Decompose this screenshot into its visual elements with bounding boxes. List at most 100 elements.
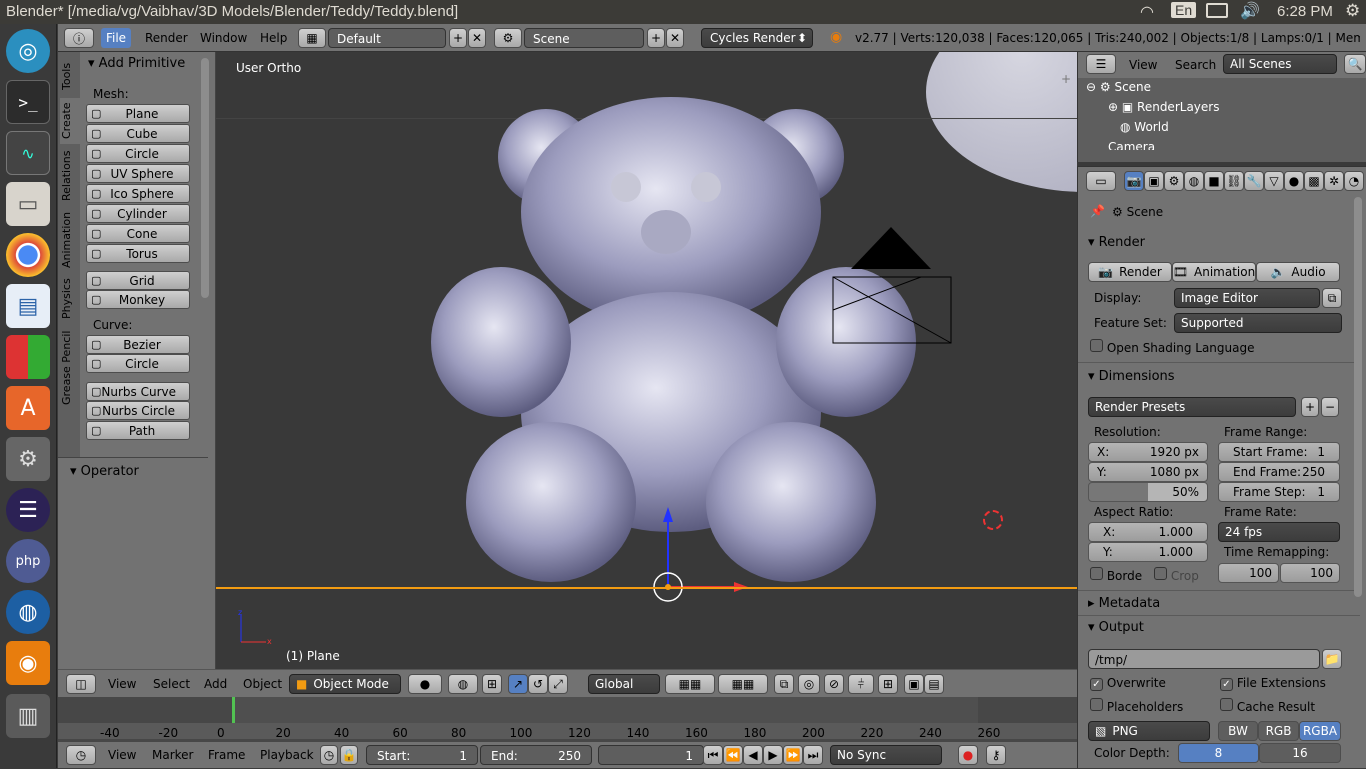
editor-type-button[interactable]: ⓘ [64, 28, 94, 48]
add-primitive-header[interactable]: ▾ Add Primitive [88, 56, 206, 71]
snap-target-icon[interactable]: ⊞ [878, 674, 898, 694]
orientation-dropdown[interactable]: Global [588, 674, 660, 694]
animation-button[interactable]: 🎞 Animation [1172, 262, 1256, 282]
current-frame-line[interactable] [232, 697, 235, 723]
remove-scene-button[interactable]: ✕ [666, 28, 684, 48]
record-icon[interactable]: ● [958, 745, 978, 765]
modifiers-tab-icon[interactable]: 🔧 [1244, 171, 1264, 191]
marker-menu[interactable]: Marker [152, 748, 193, 762]
render-presets-dropdown[interactable]: Render Presets [1088, 397, 1296, 417]
window-menu[interactable]: Window [200, 31, 247, 45]
settings-icon[interactable]: ⚙ [6, 437, 50, 481]
prev-keyframe-icon[interactable]: ⏪ [723, 745, 743, 765]
editor-type-button[interactable]: ▭ [1086, 171, 1116, 191]
add-circle-button[interactable]: ▢ Circle [86, 144, 190, 163]
end-frame-field[interactable]: End Frame: 250 [1218, 462, 1340, 482]
outliner-search-menu[interactable]: Search [1175, 58, 1216, 72]
render-image-icon[interactable]: ▣ [904, 674, 924, 694]
search-icon[interactable]: 🔍 [1344, 54, 1366, 74]
lock-layer-icon[interactable]: ⧉ [774, 674, 794, 694]
tab-physics[interactable]: Physics [60, 276, 78, 322]
folder-icon[interactable]: 📁 [1322, 649, 1342, 669]
color-mode-rgb[interactable]: RGB [1258, 721, 1299, 741]
add-curve-circle-button[interactable]: ▢ Circle [86, 354, 190, 373]
scene-field[interactable]: Scene [524, 28, 644, 48]
render-menu[interactable]: Render [145, 31, 188, 45]
frame-menu[interactable]: Frame [208, 748, 245, 762]
tab-tools[interactable]: Tools [60, 58, 78, 94]
texture-tab-icon[interactable]: ▩ [1304, 171, 1324, 191]
layers-grid-2[interactable]: ▦▦ [718, 674, 768, 694]
tab-grease-pencil[interactable]: Grease Pencil [60, 328, 78, 408]
editor-type-button[interactable]: ◷ [66, 745, 96, 765]
pivot-dropdown[interactable]: ◍ [448, 674, 478, 694]
add-scene-button[interactable]: + [647, 28, 665, 48]
clock[interactable]: 6:28 PM [1277, 3, 1333, 20]
viewport-shading-dropdown[interactable]: ● [408, 674, 442, 694]
resolution-x-field[interactable]: X: 1920 px [1088, 442, 1208, 462]
color-mode-rgba[interactable]: RGBA [1299, 721, 1341, 741]
physics-tab-icon[interactable]: ◔ [1344, 171, 1364, 191]
files-icon[interactable]: ▭ [6, 182, 50, 226]
outliner-item-scene[interactable]: ⊖ ⚙ Scene [1086, 80, 1151, 94]
snap-element-icon[interactable]: ⫩ [848, 674, 874, 694]
eclipse-icon[interactable]: ☰ [6, 488, 50, 532]
end-frame-field[interactable]: End: 250 [480, 745, 592, 765]
outliner-item-camera[interactable]: Camera [1108, 140, 1155, 150]
render-engine-dropdown[interactable]: Cycles Render ⬍ [701, 28, 813, 48]
terminal-icon[interactable]: >_ [6, 80, 50, 124]
add-ico-sphere-button[interactable]: ▢ Ico Sphere [86, 184, 190, 203]
file-menu[interactable]: File [101, 28, 131, 48]
add-plane-button[interactable]: ▢ Plane [86, 104, 190, 123]
add-menu[interactable]: Add [204, 677, 227, 691]
data-tab-icon[interactable]: ▽ [1264, 171, 1284, 191]
metadata-panel-header[interactable]: ▸ Metadata [1088, 596, 1160, 611]
3d-cursor-icon[interactable] [983, 510, 1003, 530]
software-center-icon[interactable]: A [6, 386, 50, 430]
remove-layout-button[interactable]: ✕ [468, 28, 486, 48]
next-keyframe-icon[interactable]: ⏩ [783, 745, 803, 765]
feature-set-dropdown[interactable]: Supported [1174, 313, 1342, 333]
mode-dropdown[interactable]: ■ Object Mode [289, 674, 401, 694]
color-mode-bw[interactable]: BW [1218, 721, 1258, 741]
view-menu[interactable]: View [108, 677, 136, 691]
lock-interface-icon[interactable]: ⧉ [1322, 288, 1342, 308]
file-extensions-checkbox[interactable]: ✓ File Extensions [1220, 676, 1326, 691]
tab-animation[interactable]: Animation [60, 210, 78, 270]
add-torus-button[interactable]: ▢ Torus [86, 244, 190, 263]
corner-plus-icon[interactable]: + [1061, 72, 1071, 86]
add-uv-sphere-button[interactable]: ▢ UV Sphere [86, 164, 190, 183]
add-nurbs-circle-button[interactable]: ▢ Nurbs Circle [86, 401, 190, 420]
outliner-item-world[interactable]: ◍ World [1120, 120, 1169, 134]
blender-icon[interactable]: ◉ [6, 641, 50, 685]
document-viewer-icon[interactable]: ▤ [6, 284, 50, 328]
start-frame-field[interactable]: Start: 1 [366, 745, 478, 765]
resolution-percentage-slider[interactable]: 50% [1088, 482, 1208, 502]
system-monitor-icon[interactable]: ∿ [6, 131, 50, 175]
color-depth-16[interactable]: 16 [1259, 743, 1341, 763]
file-format-dropdown[interactable]: ▧ PNG [1088, 721, 1210, 741]
placeholders-checkbox[interactable]: Placeholders [1090, 698, 1183, 714]
add-curve-bezier-button[interactable]: ▢ Bezier [86, 335, 190, 354]
outliner-item-renderlayers[interactable]: ⊕ ▣ RenderLayers [1108, 100, 1219, 114]
outliner-view-menu[interactable]: View [1129, 58, 1157, 72]
dimensions-panel-header[interactable]: ▾ Dimensions [1088, 369, 1175, 384]
3d-viewport[interactable]: User Ortho z x (1) Plane + [216, 52, 1077, 669]
cache-result-checkbox[interactable]: Cache Result [1220, 698, 1315, 714]
translate-manipulator-icon[interactable]: ↗ [508, 674, 528, 694]
sphere-object[interactable] [926, 52, 1077, 192]
teddy-bear-model[interactable] [416, 82, 936, 642]
resolution-y-field[interactable]: Y: 1080 px [1088, 462, 1208, 482]
render-layers-tab-icon[interactable]: ▣ [1144, 171, 1164, 191]
volume-icon[interactable]: 🔊 [1240, 1, 1260, 21]
render-panel-header[interactable]: ▾ Render [1088, 235, 1343, 250]
display-mode-dropdown[interactable]: All Scenes [1223, 54, 1337, 74]
jump-start-icon[interactable]: ⏮ [703, 745, 723, 765]
chrome-icon[interactable] [6, 233, 50, 277]
ubuntu-dash-icon[interactable]: ◎ [6, 29, 50, 73]
battery-icon[interactable] [1206, 3, 1228, 18]
help-menu[interactable]: Help [260, 31, 287, 45]
aspect-y-field[interactable]: Y: 1.000 [1088, 542, 1208, 562]
aspect-x-field[interactable]: X: 1.000 [1088, 522, 1208, 542]
add-monkey-button[interactable]: ▢ Monkey [86, 290, 190, 309]
